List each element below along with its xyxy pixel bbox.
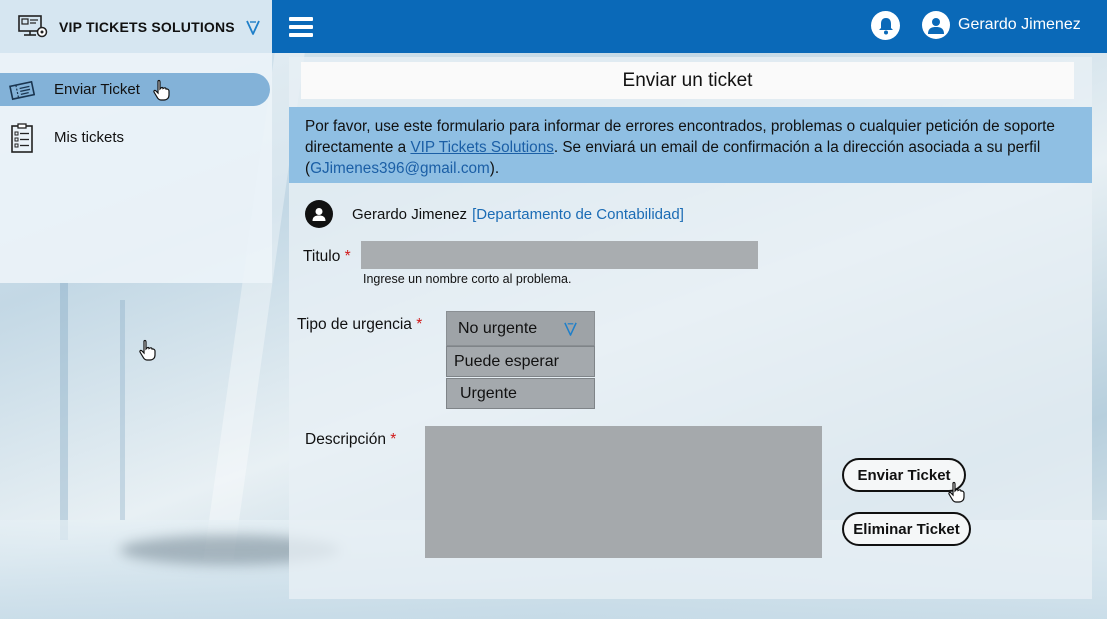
user-avatar-icon[interactable] [922,11,950,39]
brand-header: VIP TICKETS SOLUTIONS [0,0,272,53]
notifications-bell-icon[interactable] [871,11,900,40]
delete-ticket-button[interactable]: Eliminar Ticket [842,512,971,546]
description-field-label: Descripción * [305,431,397,448]
ticket-author: Gerardo Jimenez [Departamento de Contabi… [305,200,684,228]
chevron-down-icon[interactable] [245,19,261,35]
description-textarea[interactable] [425,426,822,558]
user-email: GJimenes396@gmail.com [310,160,490,177]
required-mark: * [344,248,351,265]
page-title: Enviar un ticket [301,62,1074,99]
urgency-option[interactable]: Puede esperar [446,346,595,377]
hand-cursor-icon [948,481,965,503]
sidebar-item-label: Mis tickets [54,129,125,146]
urgency-field-label: Tipo de urgencia * [297,316,423,333]
header-username[interactable]: Gerardo Jimenez [958,16,1081,34]
info-banner: Por favor, use este formulario para info… [289,107,1092,183]
user-avatar-icon [305,200,333,228]
required-mark: * [416,316,423,333]
company-link[interactable]: VIP Tickets Solutions [410,139,553,156]
required-mark: * [390,431,397,448]
brand-title: VIP TICKETS SOLUTIONS [59,18,235,35]
urgency-option[interactable]: Urgente [446,378,595,409]
sidebar-item-enviar-ticket[interactable]: Enviar Ticket [0,73,270,106]
info-text: ). [489,160,500,177]
hamburger-menu-icon[interactable] [289,16,313,37]
urgency-select[interactable]: No urgente [446,311,595,346]
hand-cursor-icon [153,79,170,101]
checklist-icon [8,122,36,153]
title-field-label: Titulo * [303,248,351,265]
ticket-icon [8,76,36,104]
sidebar-item-mis-tickets[interactable]: Mis tickets [0,121,270,154]
hand-cursor-icon [139,339,156,361]
sidebar: Enviar Ticket Mis tickets [0,53,272,283]
chevron-down-icon [564,322,577,336]
top-bar: Gerardo Jimenez [272,0,1107,53]
urgency-selected-value: No urgente [458,319,538,337]
title-hint: Ingrese un nombre corto al problema. [363,272,572,286]
title-input[interactable] [361,241,758,269]
author-department: [Departamento de Contabilidad] [472,205,684,223]
author-name: Gerardo Jimenez [352,205,468,223]
ticket-form-panel: Enviar un ticket Por favor, use este for… [289,57,1092,599]
sidebar-item-label: Enviar Ticket [54,81,140,98]
computer-settings-icon [18,14,48,37]
